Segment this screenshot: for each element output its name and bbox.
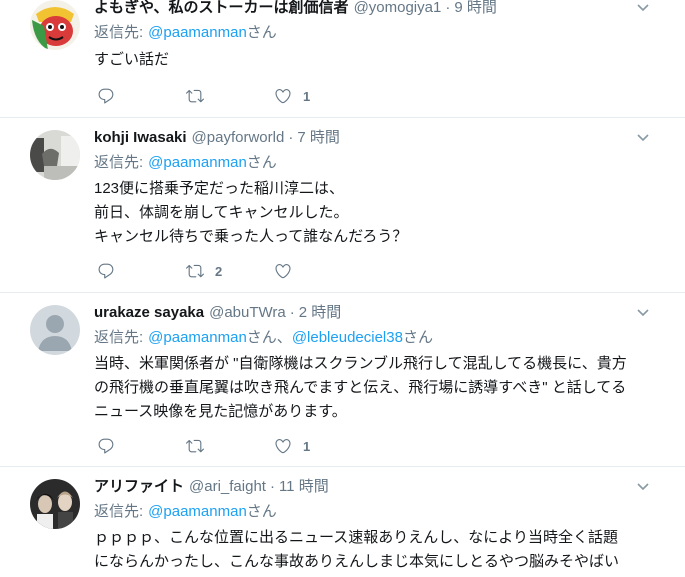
like-button[interactable]: 1 [274, 85, 310, 107]
reply-context: 返信先: @paamanmanさん [94, 502, 645, 522]
timestamp[interactable]: 11 時間 [279, 478, 329, 495]
tweet-header: urakaze sayaka @abuTWra · 2 時間 [94, 303, 645, 323]
tweet-text-line: ニュース映像を見た記憶があります。 [94, 403, 347, 420]
reply-tweet[interactable]: よもぎや、私のストーカーは創価信者 @yomogiya1 · 9 時間 返信先: @pa… [0, 0, 685, 118]
display-name[interactable]: kohji Iwasaki [94, 129, 187, 146]
retweet-button[interactable] [186, 85, 204, 107]
username[interactable]: @yomogiya1 [354, 0, 442, 16]
chevron-down-icon[interactable] [637, 134, 649, 142]
tweet-header: アリファイト @ari_faight · 11 時間 [94, 477, 645, 497]
avatar[interactable] [30, 305, 80, 355]
tweet-actions: 2 [94, 260, 645, 282]
separator: · [289, 304, 295, 321]
display-name[interactable]: urakaze sayaka [94, 304, 204, 321]
reply-icon [98, 263, 114, 279]
username[interactable]: @payforworld [192, 129, 285, 146]
like-count: 1 [303, 88, 311, 104]
avatar[interactable] [30, 130, 80, 180]
retweet-button[interactable]: 2 [186, 260, 222, 282]
reply-label: 返信先: [94, 329, 144, 346]
chevron-down-icon[interactable] [637, 309, 649, 317]
reply-tweet[interactable]: urakaze sayaka @abuTWra · 2 時間 返信先: @paamanm… [0, 293, 685, 467]
reply-context: 返信先: @paamanmanさん [94, 153, 645, 173]
mention-suffix: さん [246, 24, 277, 41]
tweet-text-line: にならんかったし、こんな事故ありえんしまじ本気にしとるやつ脳みそやばい [94, 553, 620, 570]
like-button[interactable] [274, 260, 292, 282]
timestamp[interactable]: 9 時間 [454, 0, 497, 16]
reply-context: 返信先: @paamanmanさん [94, 23, 645, 43]
heart-icon [275, 89, 291, 104]
tweet-text-line: キャンセル待ちで乗った人って誰なんだろう？ [94, 228, 408, 245]
mention-link[interactable]: @paamanman [148, 503, 247, 520]
mention-link[interactable]: @paamanman [148, 154, 247, 171]
chevron-down-icon[interactable] [637, 483, 649, 491]
default-avatar-icon [30, 305, 80, 355]
tweet-header: kohji Iwasaki @payforworld · 7 時間 [94, 128, 645, 148]
reply-icon [98, 438, 114, 454]
separator: · [445, 0, 451, 16]
reply-label: 返信先: [94, 154, 144, 171]
heart-icon [275, 264, 291, 279]
tweet-actions: 1 [94, 435, 645, 457]
mention-suffix: さん、 [246, 329, 292, 346]
mention-suffix: さん [246, 503, 277, 520]
tweet-text-line: ｐｐｐｐ、こんな位置に出るニュース速報ありえんし、なにより当時全く話題 [94, 529, 618, 546]
separator: · [269, 478, 275, 495]
tweet-actions: 1 [94, 85, 645, 107]
reply-icon [98, 88, 114, 104]
reply-label: 返信先: [94, 503, 144, 520]
display-name[interactable]: よもぎや、私のストーカーは創価信者 [94, 0, 349, 16]
reply-tweet[interactable]: アリファイト @ari_faight · 11 時間 返信先: @paamanmanさん… [0, 467, 685, 577]
reply-context: 返信先: @paamanmanさん、@lebleudeciel38さん [94, 328, 645, 348]
tweet-text: 123便に搭乗予定だった稲川淳二は、 前日、体調を崩してキャンセルした。 キャン… [94, 177, 645, 249]
like-button[interactable]: 1 [274, 435, 310, 457]
retweet-count: 2 [215, 263, 223, 279]
separator: · [288, 129, 294, 146]
display-name[interactable]: アリファイト [94, 478, 184, 495]
reply-button[interactable] [97, 435, 115, 457]
reply-label: 返信先: [94, 24, 144, 41]
tweet-text-line: 当時、米軍関係者が "自衛隊機はスクランブル飛行して混乱してる機長に、貴方 [94, 355, 627, 372]
timestamp[interactable]: 7 時間 [297, 129, 340, 146]
retweet-icon [186, 89, 204, 103]
timestamp[interactable]: 2 時間 [299, 304, 342, 321]
chevron-down-icon[interactable] [637, 4, 649, 12]
mention-link[interactable]: @lebleudeciel38 [292, 329, 403, 346]
username[interactable]: @abuTWra [209, 304, 286, 321]
retweet-button[interactable] [186, 435, 204, 457]
tweet-text-line: 前日、体調を崩してキャンセルした。 [94, 204, 349, 221]
avatar[interactable] [30, 479, 80, 529]
reply-button[interactable] [97, 260, 115, 282]
retweet-icon [186, 264, 204, 278]
mention-suffix: さん [246, 154, 277, 171]
heart-icon [275, 439, 291, 454]
mention-link[interactable]: @paamanman [148, 24, 247, 41]
reply-tweet[interactable]: kohji Iwasaki @payforworld · 7 時間 返信先: @paam… [0, 118, 685, 293]
like-count: 1 [303, 438, 311, 454]
mention-link[interactable]: @paamanman [148, 329, 247, 346]
avatar-image [30, 0, 80, 50]
mention-suffix: さん [402, 329, 433, 346]
tweet-text-line: の飛行機の垂直尾翼は吹き飛んでますと伝え、飛行場に誘導すべき" と話してる [94, 379, 627, 396]
retweet-icon [186, 439, 204, 453]
tweet-text: すごい話だ [94, 48, 645, 72]
avatar[interactable] [30, 0, 80, 50]
tweet-text-line: すごい話だ [94, 51, 170, 68]
avatar-image [30, 130, 80, 180]
tweet-header: よもぎや、私のストーカーは創価信者 @yomogiya1 · 9 時間 [94, 0, 645, 16]
tweet-text: 当時、米軍関係者が "自衛隊機はスクランブル飛行して混乱してる機長に、貴方 の飛… [94, 352, 645, 424]
username[interactable]: @ari_faight [189, 478, 266, 495]
tweet-text: ｐｐｐｐ、こんな位置に出るニュース速報ありえんし、なにより当時全く話題 にならん… [94, 526, 645, 574]
avatar-image [30, 479, 80, 529]
reply-button[interactable] [97, 85, 115, 107]
tweet-text-line: 123便に搭乗予定だった稲川淳二は、 [94, 180, 345, 197]
